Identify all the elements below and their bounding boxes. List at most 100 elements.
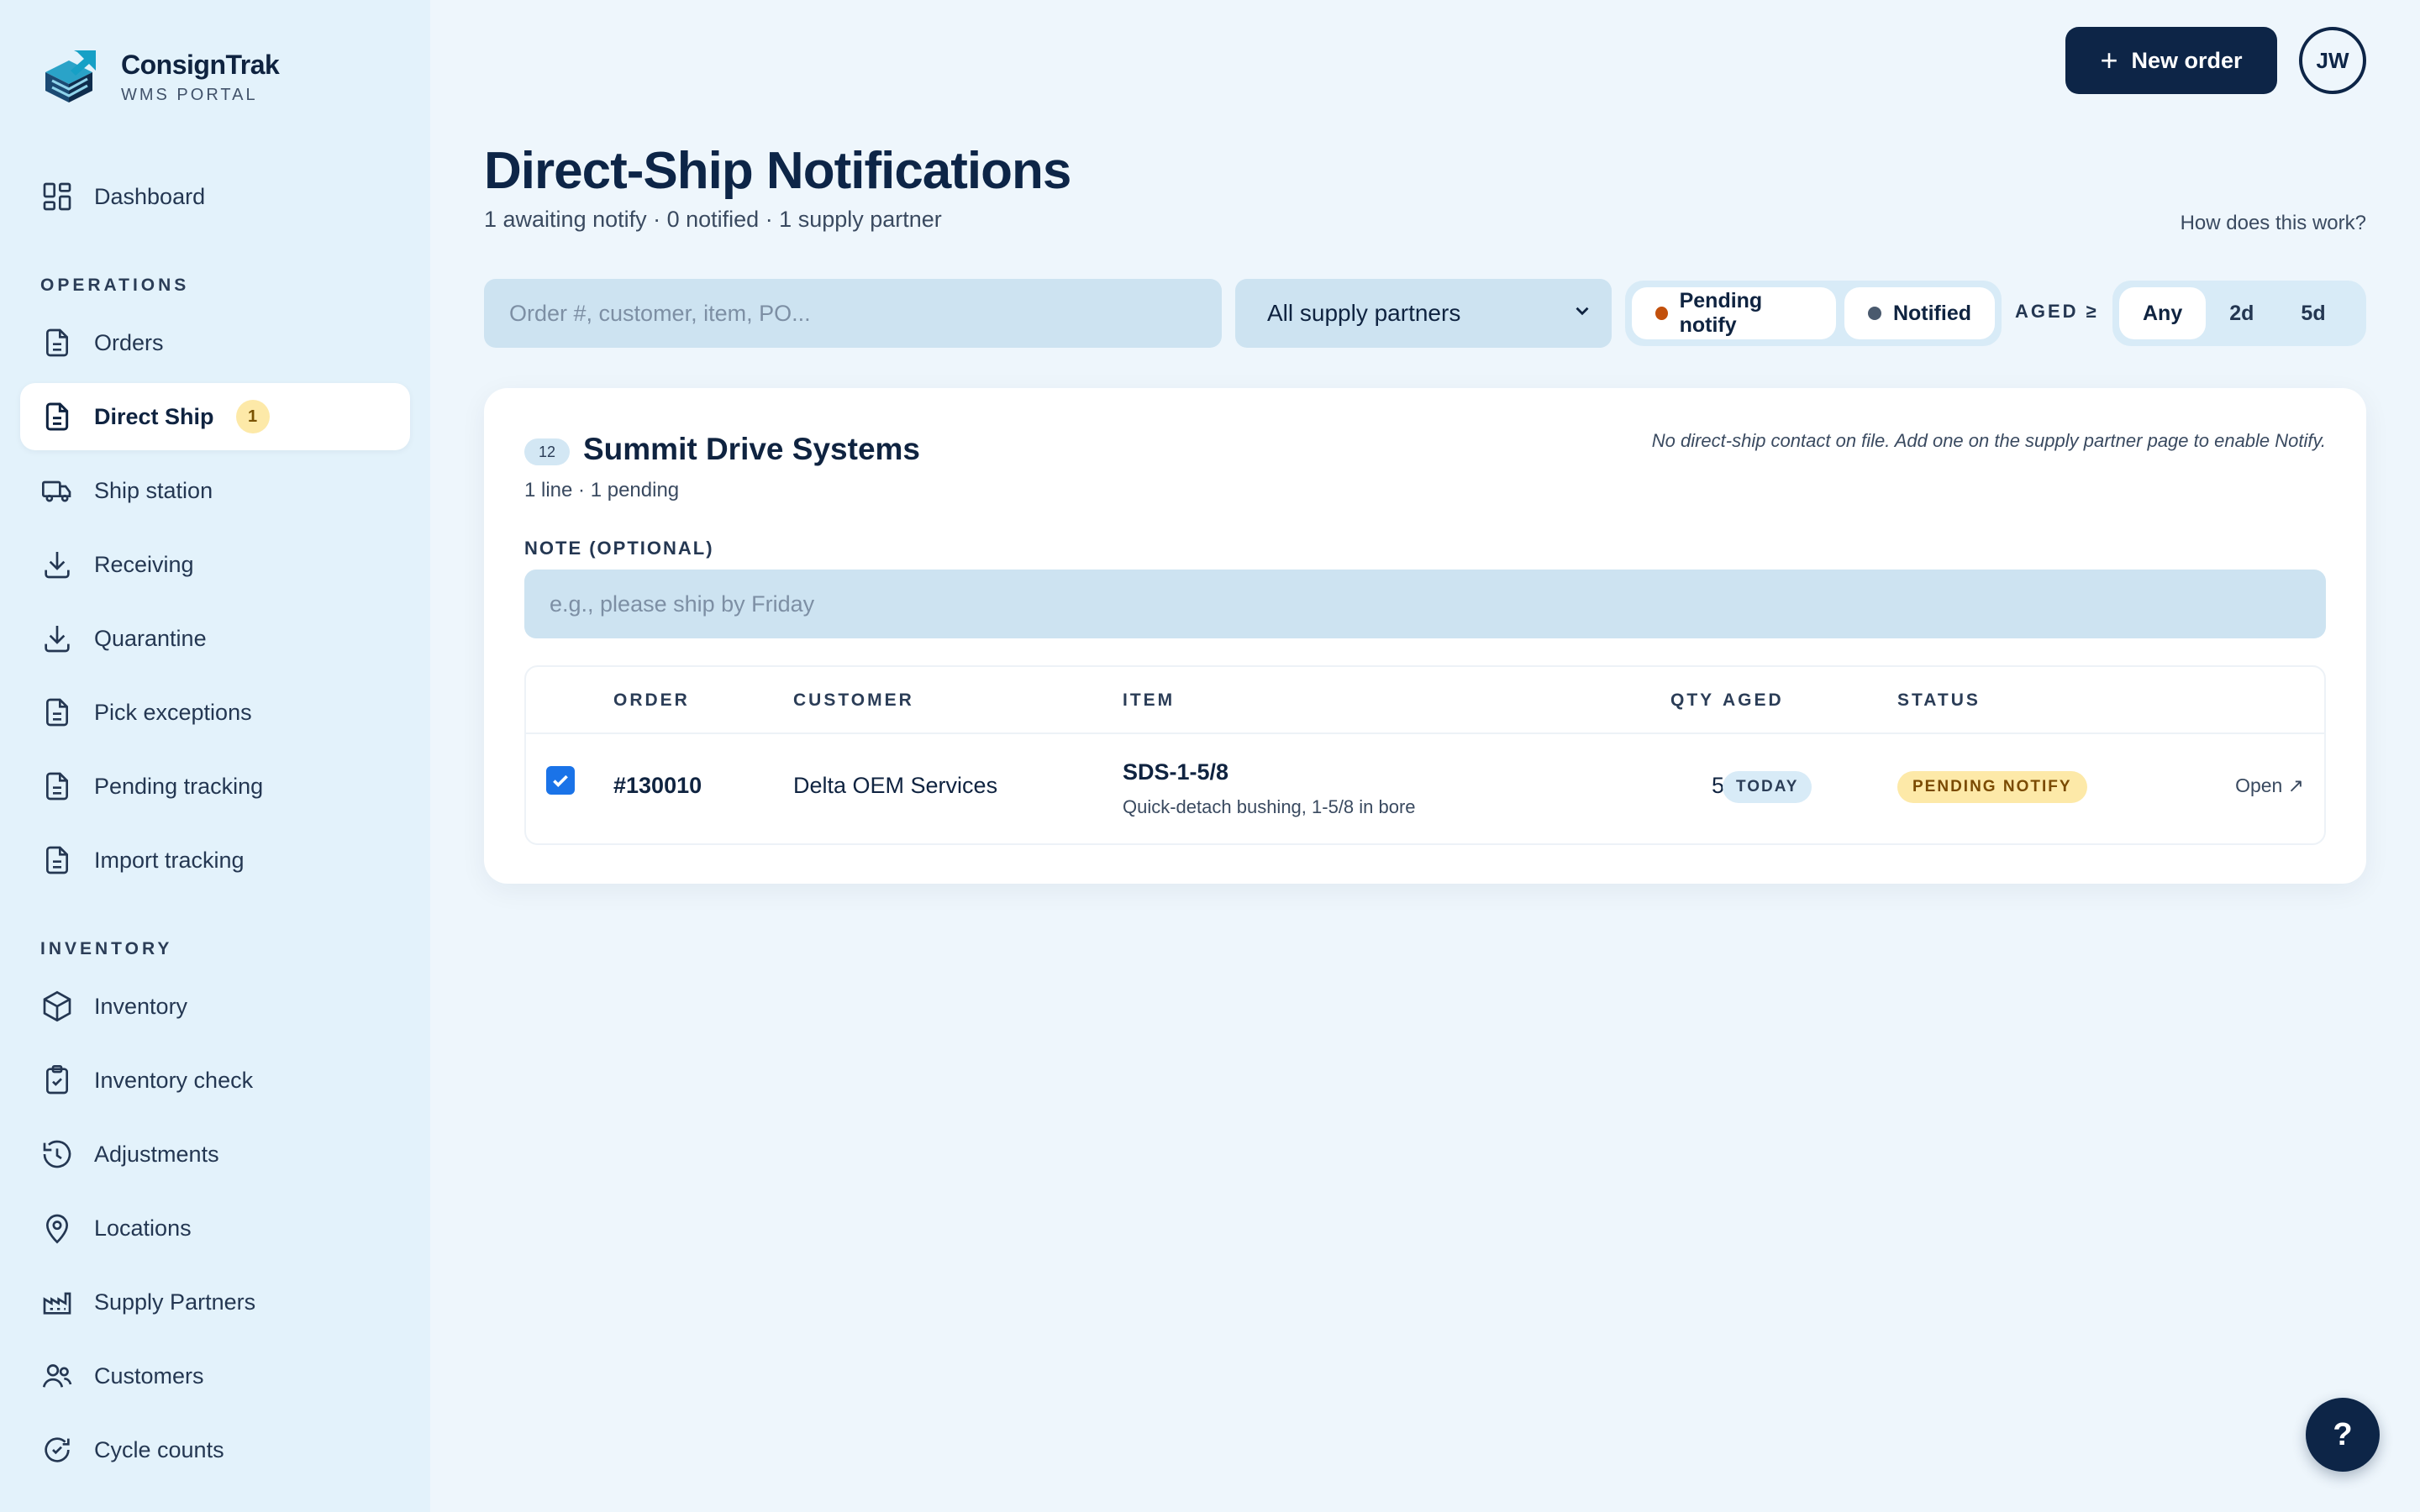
help-button[interactable]: ?: [2306, 1398, 2380, 1472]
sidebar-item-direct-ship[interactable]: Direct Ship 1: [20, 383, 410, 450]
column-header-customer[interactable]: CUSTOMER: [793, 690, 914, 711]
aged-badge: TODAY: [1723, 771, 1812, 803]
sidebar-item-orders[interactable]: Orders: [20, 309, 410, 376]
document-icon: [40, 696, 74, 729]
status-pill-label: Notified: [1892, 301, 1971, 325]
brand[interactable]: ConsignTrak WMS PORTAL: [40, 47, 280, 108]
app-name: ConsignTrak: [121, 50, 280, 80]
sidebar-item-inventory-check[interactable]: Inventory check: [20, 1047, 410, 1114]
count-badge: 1: [235, 400, 270, 433]
row-checkbox[interactable]: [546, 766, 575, 795]
customer-name: Delta OEM Services: [793, 773, 998, 798]
sidebar-item-label: Receiving: [94, 551, 194, 577]
group-name: Summit Drive Systems: [583, 432, 921, 466]
section-label-inventory: INVENTORY: [40, 939, 173, 958]
search-input[interactable]: [484, 279, 1222, 348]
column-header-item[interactable]: ITEM: [1123, 690, 1175, 711]
status-pill-label: Pending notify: [1679, 289, 1763, 337]
status-badge: PENDING NOTIFY: [1897, 771, 2087, 803]
aged-option-any[interactable]: Any: [2119, 287, 2207, 339]
plus-icon: +: [2100, 43, 2118, 77]
sidebar: ConsignTrak WMS PORTAL Dashboard OPERATI…: [0, 0, 430, 1512]
new-order-button[interactable]: + New order: [2065, 27, 2277, 94]
download-icon: [40, 548, 74, 581]
sidebar-item-dashboard[interactable]: Dashboard: [20, 163, 410, 230]
checkmark-icon: [553, 774, 568, 788]
sidebar-item-inventory[interactable]: Inventory: [20, 973, 410, 1040]
download-icon: [40, 622, 74, 655]
supply-partner-select[interactable]: All supply partners: [1235, 279, 1612, 348]
sidebar-item-label: Inventory: [94, 993, 188, 1019]
group-count-badge: 12: [524, 438, 570, 465]
page-title: Direct-Ship Notifications: [484, 142, 1071, 200]
consigntrak-logo-icon: [40, 47, 101, 108]
avatar[interactable]: JW: [2299, 27, 2366, 94]
column-header-qty[interactable]: QTY: [1670, 690, 1714, 711]
section-label-operations: OPERATIONS: [40, 276, 190, 295]
sidebar-item-label: Customers: [94, 1362, 204, 1389]
column-header-status[interactable]: STATUS: [1897, 690, 1981, 711]
no-contact-warning: No direct-ship contact on file. Add one …: [1651, 430, 2326, 451]
history-icon: [40, 1137, 74, 1171]
sidebar-item-cycle-counts[interactable]: Cycle counts: [20, 1416, 410, 1483]
item-code: SDS-1-5/8: [1123, 759, 1229, 785]
aged-filter-label: AGED ≥: [2015, 301, 2099, 322]
sidebar-item-pending-tracking[interactable]: Pending tracking: [20, 753, 410, 820]
sidebar-item-label: Quarantine: [94, 625, 207, 651]
aged-filter-group: Any 2d 5d: [2112, 281, 2366, 346]
document-icon: [40, 769, 74, 803]
sidebar-item-customers[interactable]: Customers: [20, 1342, 410, 1410]
status-dot-icon: [1655, 307, 1668, 320]
document-icon: [40, 843, 74, 877]
note-input[interactable]: [524, 570, 2326, 638]
sidebar-item-quarantine[interactable]: Quarantine: [20, 605, 410, 672]
grid-icon: [40, 180, 74, 213]
users-icon: [40, 1359, 74, 1393]
status-dot-icon: [1867, 307, 1881, 320]
sidebar-item-ship-station[interactable]: Ship station: [20, 457, 410, 524]
truck-icon: [40, 474, 74, 507]
note-label: NOTE (OPTIONAL): [524, 538, 714, 559]
sidebar-item-import-tracking[interactable]: Import tracking: [20, 827, 410, 894]
quantity: 5: [1711, 773, 1724, 798]
column-header-aged[interactable]: AGED: [1723, 690, 1784, 711]
sidebar-item-locations[interactable]: Locations: [20, 1194, 410, 1262]
refresh-check-icon: [40, 1433, 74, 1467]
sidebar-item-supply-partners[interactable]: Supply Partners: [20, 1268, 410, 1336]
sidebar-item-label: Orders: [94, 329, 164, 355]
new-order-label: New order: [2131, 47, 2243, 73]
status-pill-notified[interactable]: Notified: [1844, 287, 1995, 339]
document-icon: [40, 400, 74, 433]
supply-partner-select-value: All supply partners: [1267, 300, 1461, 326]
order-lines-table: ORDER CUSTOMER ITEM QTY AGED STATUS #130…: [524, 665, 2326, 845]
table-row: #130010 Delta OEM Services SDS-1-5/8 Qui…: [526, 734, 2324, 845]
group-meta: 1 line · 1 pending: [524, 479, 680, 501]
sidebar-item-label: Adjustments: [94, 1141, 219, 1167]
sidebar-item-label: Inventory check: [94, 1067, 254, 1093]
how-does-this-work-link[interactable]: How does this work?: [2181, 212, 2366, 235]
page-subtitle: 1 awaiting notify · 0 notified · 1 suppl…: [484, 207, 942, 232]
sidebar-item-pick-exceptions[interactable]: Pick exceptions: [20, 679, 410, 746]
sidebar-item-label: Locations: [94, 1215, 192, 1241]
sidebar-item-label: Pending tracking: [94, 773, 264, 799]
sidebar-item-label: Import tracking: [94, 847, 245, 873]
open-order-link[interactable]: Open ↗: [2235, 774, 2304, 797]
table-header: ORDER CUSTOMER ITEM QTY AGED STATUS: [526, 667, 2324, 734]
sidebar-item-adjustments[interactable]: Adjustments: [20, 1121, 410, 1188]
sidebar-item-label: Pick exceptions: [94, 699, 252, 725]
factory-icon: [40, 1285, 74, 1319]
aged-option-5d[interactable]: 5d: [2277, 287, 2349, 339]
sidebar-item-label: Cycle counts: [94, 1436, 224, 1462]
document-icon: [40, 326, 74, 360]
item-description: Quick-detach bushing, 1-5/8 in bore: [1123, 796, 1416, 817]
supply-partner-group-card: 12 Summit Drive Systems 1 line · 1 pendi…: [484, 388, 2366, 884]
column-header-order[interactable]: ORDER: [613, 690, 690, 711]
box-icon: [40, 990, 74, 1023]
status-filter-group: Pending notify Notified: [1625, 281, 2002, 346]
sidebar-item-label: Direct Ship: [94, 403, 214, 429]
sidebar-item-receiving[interactable]: Receiving: [20, 531, 410, 598]
order-number[interactable]: #130010: [613, 773, 702, 799]
chevron-down-icon: [1571, 300, 1593, 328]
aged-option-2d[interactable]: 2d: [2206, 287, 2277, 339]
status-pill-pending-notify[interactable]: Pending notify: [1632, 287, 1836, 339]
